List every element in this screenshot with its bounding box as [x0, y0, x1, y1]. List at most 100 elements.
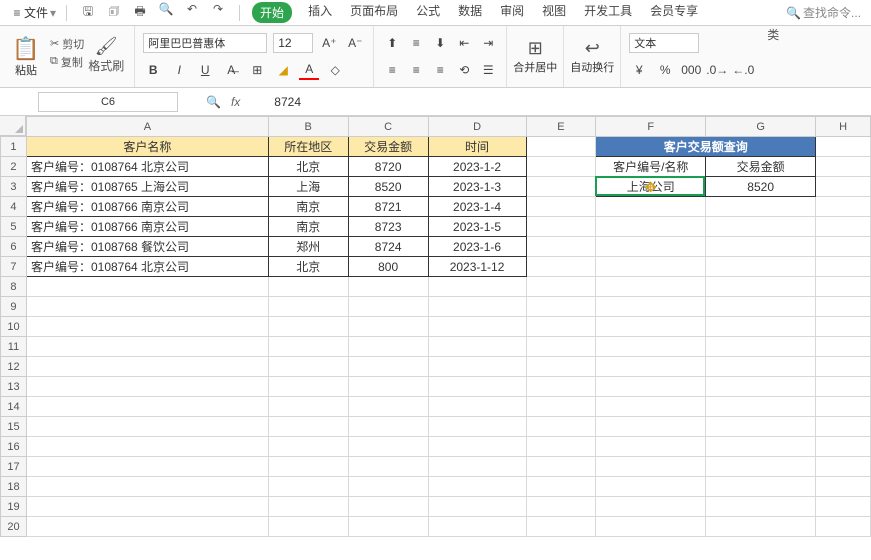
cell[interactable] [26, 317, 268, 337]
cell[interactable] [526, 437, 596, 457]
cell[interactable] [268, 457, 348, 477]
row-header[interactable]: 14 [1, 397, 27, 417]
cell[interactable] [706, 197, 816, 217]
border-button[interactable]: ⊞ [247, 60, 267, 80]
cell[interactable] [526, 357, 596, 377]
row-header[interactable]: 5 [1, 217, 27, 237]
align-top-icon[interactable]: ⬆ [382, 33, 402, 53]
cell[interactable]: 时间 [428, 137, 526, 157]
cell[interactable] [428, 337, 526, 357]
row-header[interactable]: 9 [1, 297, 27, 317]
fx-icon[interactable]: fx [231, 95, 240, 109]
percent-icon[interactable]: % [655, 60, 675, 80]
cell[interactable] [26, 297, 268, 317]
increase-font-icon[interactable]: A⁺ [319, 33, 339, 53]
cell[interactable] [706, 437, 816, 457]
cell[interactable] [816, 357, 871, 377]
number-format-select[interactable]: 文本 [629, 33, 699, 53]
cell[interactable] [816, 517, 871, 537]
row-header[interactable]: 1 [1, 137, 27, 157]
print-icon[interactable]: 🖶 [131, 2, 149, 23]
fx-cancel-icon[interactable]: 🔍 [206, 95, 221, 109]
distribute-icon[interactable]: ☰ [478, 60, 498, 80]
cell[interactable]: 客户编号：0108765 上海公司 [26, 177, 268, 197]
cell[interactable] [428, 377, 526, 397]
cell[interactable] [816, 337, 871, 357]
cell[interactable] [596, 457, 706, 477]
select-all-corner[interactable] [0, 116, 26, 136]
cell[interactable] [348, 317, 428, 337]
cell[interactable]: 客户编号/名称 [596, 157, 706, 177]
cell[interactable] [26, 357, 268, 377]
row-header[interactable]: 17 [1, 457, 27, 477]
cell[interactable] [816, 317, 871, 337]
cell[interactable] [428, 277, 526, 297]
bold-button[interactable]: B [143, 60, 163, 80]
cell[interactable] [526, 257, 596, 277]
cell[interactable] [348, 297, 428, 317]
cell[interactable] [526, 337, 596, 357]
cell[interactable]: 南京 [268, 217, 348, 237]
cell[interactable] [526, 237, 596, 257]
cell[interactable] [268, 377, 348, 397]
row-header[interactable]: 3 [1, 177, 27, 197]
cell[interactable]: 2023-1-3 [428, 177, 526, 197]
cell[interactable]: 客户编号：0108764 北京公司 [26, 157, 268, 177]
cell[interactable] [428, 457, 526, 477]
lookup-result-cell[interactable]: 8520 [706, 177, 816, 197]
cell[interactable] [526, 397, 596, 417]
cell[interactable] [526, 297, 596, 317]
row-header[interactable]: 7 [1, 257, 27, 277]
cell[interactable] [526, 517, 596, 537]
cell[interactable]: 客户编号：0108768 餐饮公司 [26, 237, 268, 257]
row-header[interactable]: 20 [1, 517, 27, 537]
cell[interactable] [348, 457, 428, 477]
align-center-icon[interactable]: ≡ [406, 60, 426, 80]
cell[interactable] [26, 437, 268, 457]
comma-icon[interactable]: 000 [681, 60, 701, 80]
col-header-A[interactable]: A [26, 117, 268, 137]
row-header[interactable]: 19 [1, 497, 27, 517]
cell[interactable]: 郑州 [268, 237, 348, 257]
row-header[interactable]: 18 [1, 477, 27, 497]
cell[interactable] [428, 297, 526, 317]
col-header-F[interactable]: F [596, 117, 706, 137]
tab-home[interactable]: 开始 [252, 2, 292, 23]
cell[interactable] [596, 337, 706, 357]
cell[interactable] [348, 277, 428, 297]
cell[interactable] [526, 317, 596, 337]
file-menu[interactable]: ≡ 文件 ▾ [4, 2, 62, 24]
redo-icon[interactable]: ↷ [209, 2, 227, 23]
cell[interactable]: 南京 [268, 197, 348, 217]
cell[interactable] [596, 397, 706, 417]
cell[interactable] [706, 257, 816, 277]
format-painter-button[interactable]: 🖌 格式刷 [84, 36, 128, 78]
cell[interactable]: 2023-1-6 [428, 237, 526, 257]
cell[interactable] [268, 297, 348, 317]
cell[interactable] [816, 417, 871, 437]
cell[interactable] [26, 517, 268, 537]
cell[interactable]: 2023-1-4 [428, 197, 526, 217]
row-header[interactable]: 16 [1, 437, 27, 457]
col-header-H[interactable]: H [816, 117, 871, 137]
cell[interactable]: 北京 [268, 257, 348, 277]
cell[interactable] [526, 477, 596, 497]
col-header-C[interactable]: C [348, 117, 428, 137]
cell[interactable] [268, 477, 348, 497]
indent-inc-icon[interactable]: ⇥ [478, 33, 498, 53]
cell[interactable] [526, 157, 596, 177]
auto-wrap-button[interactable]: ↩ 自动换行 [564, 26, 621, 87]
tab-layout[interactable]: 页面布局 [348, 2, 400, 23]
cell[interactable] [348, 337, 428, 357]
cell[interactable] [526, 217, 596, 237]
cell[interactable] [526, 377, 596, 397]
copy-button[interactable]: ⧉复制 [50, 54, 84, 70]
cell[interactable] [816, 457, 871, 477]
save-icon[interactable]: 🖫 [79, 2, 97, 23]
cell[interactable] [816, 197, 871, 217]
cell[interactable] [428, 397, 526, 417]
cell[interactable] [706, 517, 816, 537]
cell[interactable] [268, 357, 348, 377]
cell[interactable]: 客户编号：0108764 北京公司 [26, 257, 268, 277]
cell[interactable] [526, 277, 596, 297]
